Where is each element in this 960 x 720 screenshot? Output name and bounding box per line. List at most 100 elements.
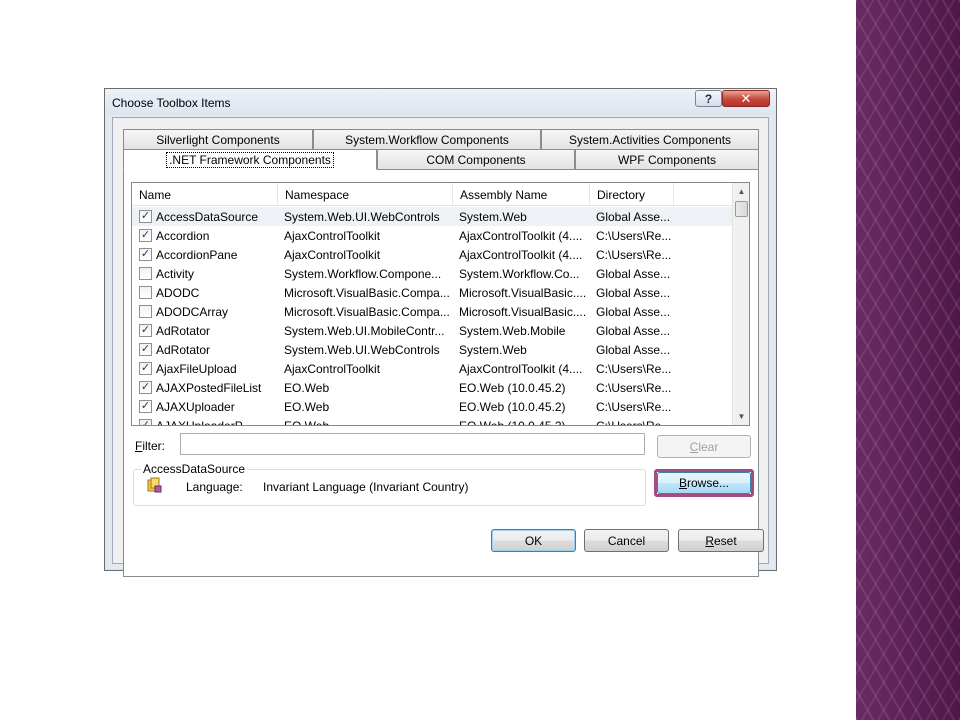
column-header-namespace[interactable]: Namespace: [278, 183, 453, 206]
list-header: Name Namespace Assembly Name Directory: [132, 183, 734, 206]
cell-assembly: System.Workflow.Co...: [459, 267, 580, 281]
cell-assembly: AjaxControlToolkit (4....: [459, 362, 583, 376]
cell-directory: C:\Users\Re...: [596, 362, 672, 376]
table-row[interactable]: ✓ AccessDataSource System.Web.UI.WebContro…: [132, 207, 734, 226]
cell-directory: Global Asse...: [596, 210, 671, 224]
window-title: Choose Toolbox Items: [112, 96, 231, 110]
help-button[interactable]: ?: [695, 90, 722, 107]
cell-name: AJAXPostedFileList: [156, 381, 262, 395]
cell-assembly: Microsoft.VisualBasic....: [459, 286, 587, 300]
cell-namespace: Microsoft.VisualBasic.Compa...: [284, 305, 450, 319]
cell-assembly: EO.Web (10.0.45.2): [459, 419, 566, 426]
row-checkbox[interactable]: ✓: [139, 248, 152, 261]
row-checkbox[interactable]: ✓: [139, 362, 152, 375]
language-value: Invariant Language (Invariant Country): [263, 480, 469, 494]
cell-namespace: AjaxControlToolkit: [284, 362, 381, 376]
tab-silverlight-components[interactable]: Silverlight Components: [123, 129, 313, 149]
cell-namespace: AjaxControlToolkit: [284, 229, 381, 243]
row-checkbox[interactable]: ✓: [139, 419, 152, 425]
table-row[interactable]: ADODCArray Microsoft.VisualBasic.Compa...…: [132, 302, 734, 321]
row-checkbox[interactable]: [139, 286, 152, 299]
browse-button-highlight: Browse...: [654, 469, 754, 497]
cell-assembly: Microsoft.VisualBasic....: [459, 305, 587, 319]
table-row[interactable]: ✓ AJAXPostedFileList EO.Web EO.Web (10.0.45…: [132, 378, 734, 397]
row-checkbox[interactable]: ✓: [139, 400, 152, 413]
cell-namespace: System.Web.UI.WebControls: [284, 343, 440, 357]
cell-name: AccessDataSource: [156, 210, 259, 224]
cell-name: ADODC: [156, 286, 200, 300]
cell-directory: Global Asse...: [596, 343, 671, 357]
cell-name: AdRotator: [156, 324, 211, 338]
browse-label: rowse...: [687, 476, 730, 490]
decorative-side-band: [856, 0, 960, 720]
cell-assembly: AjaxControlToolkit (4....: [459, 229, 583, 243]
title-bar[interactable]: Choose Toolbox Items ? ✕: [105, 89, 776, 115]
tab-net-framework-components[interactable]: .NET Framework Components: [123, 149, 377, 170]
row-checkbox[interactable]: ✓: [139, 324, 152, 337]
tab-system-activities-components[interactable]: System.Activities Components: [541, 129, 759, 149]
selected-item-title: AccessDataSource: [141, 462, 248, 476]
browse-button[interactable]: Browse...: [657, 472, 751, 494]
cell-namespace: System.Workflow.Compone...: [284, 267, 442, 281]
column-header-assembly-name[interactable]: Assembly Name: [453, 183, 590, 206]
row-checkbox[interactable]: ✓: [139, 229, 152, 242]
tab-system-workflow-components[interactable]: System.Workflow Components: [313, 129, 541, 149]
scrollbar-thumb[interactable]: [735, 201, 748, 217]
table-row[interactable]: Activity System.Workflow.Compone... System…: [132, 264, 734, 283]
cell-assembly: System.Web: [459, 343, 527, 357]
cell-directory: C:\Users\Re...: [596, 381, 672, 395]
cell-name: AccordionPane: [156, 248, 238, 262]
cell-name: AdRotator: [156, 343, 211, 357]
filter-input[interactable]: [180, 433, 645, 455]
column-header-directory[interactable]: Directory: [590, 183, 674, 206]
reset-label: eset: [713, 533, 737, 548]
column-header-name[interactable]: Name: [132, 183, 278, 206]
table-row[interactable]: ✓ AJAXUploader EO.Web EO.Web (10.0.45.2) C:\…: [132, 397, 734, 416]
row-checkbox[interactable]: [139, 267, 152, 280]
row-checkbox[interactable]: [139, 305, 152, 318]
tab-label: .NET Framework Components: [166, 151, 334, 168]
table-row[interactable]: ✓ Accordion AjaxControlToolkit AjaxControlT…: [132, 226, 734, 245]
cell-namespace: System.Web.UI.WebControls: [284, 210, 440, 224]
cell-name: ADODCArray: [156, 305, 229, 319]
filter-label: Filter:: [135, 439, 165, 453]
cell-assembly: System.Web: [459, 210, 527, 224]
row-checkbox[interactable]: ✓: [139, 343, 152, 356]
toolbox-items-list[interactable]: Name Namespace Assembly Name Directory ✓…: [131, 182, 750, 426]
cell-namespace: AjaxControlToolkit: [284, 248, 381, 262]
component-icon: [147, 477, 162, 493]
clear-mnemonic: C: [689, 439, 699, 454]
reset-button[interactable]: Reset: [678, 529, 764, 552]
close-button[interactable]: ✕: [722, 90, 770, 107]
table-row[interactable]: ✓ AdRotator System.Web.UI.WebControls Syste…: [132, 340, 734, 359]
cell-name: AjaxFileUpload: [156, 362, 237, 376]
row-checkbox[interactable]: ✓: [139, 210, 152, 223]
table-row[interactable]: ✓ AJAXUploaderP... EO.Web EO.Web (10.0.45.2…: [132, 416, 734, 426]
ok-button[interactable]: OK: [491, 529, 576, 552]
reset-mnemonic: R: [705, 533, 714, 548]
row-checkbox[interactable]: ✓: [139, 381, 152, 394]
tab-com-components[interactable]: COM Components: [377, 149, 575, 169]
cell-assembly: EO.Web (10.0.45.2): [459, 400, 566, 414]
cell-namespace: EO.Web: [284, 419, 330, 426]
language-label: Language:: [186, 480, 243, 494]
cell-directory: C:\Users\Re...: [596, 229, 672, 243]
cell-directory: Global Asse...: [596, 286, 671, 300]
clear-button[interactable]: Clear: [657, 435, 751, 458]
cell-name: AJAXUploader: [156, 400, 235, 414]
cell-directory: C:\Users\Re...: [596, 419, 672, 426]
scroll-up-arrow-icon[interactable]: ▲: [733, 183, 749, 200]
cell-name: Accordion: [156, 229, 210, 243]
cancel-button[interactable]: Cancel: [584, 529, 669, 552]
table-row[interactable]: ADODC Microsoft.VisualBasic.Compa... Micro…: [132, 283, 734, 302]
cell-namespace: System.Web.UI.MobileContr...: [284, 324, 445, 338]
table-row[interactable]: ✓ AjaxFileUpload AjaxControlToolkit AjaxCon…: [132, 359, 734, 378]
cell-directory: Global Asse...: [596, 324, 671, 338]
scroll-down-arrow-icon[interactable]: ▼: [733, 408, 749, 425]
table-row[interactable]: ✓ AdRotator System.Web.UI.MobileContr... Sy…: [132, 321, 734, 340]
filter-label-text: ilter:: [142, 439, 166, 453]
vertical-scrollbar[interactable]: ▲ ▼: [732, 183, 749, 425]
table-row[interactable]: ✓ AccordionPane AjaxControlToolkit AjaxCont…: [132, 245, 734, 264]
tab-wpf-components[interactable]: WPF Components: [575, 149, 759, 169]
cell-assembly: AjaxControlToolkit (4....: [459, 248, 583, 262]
